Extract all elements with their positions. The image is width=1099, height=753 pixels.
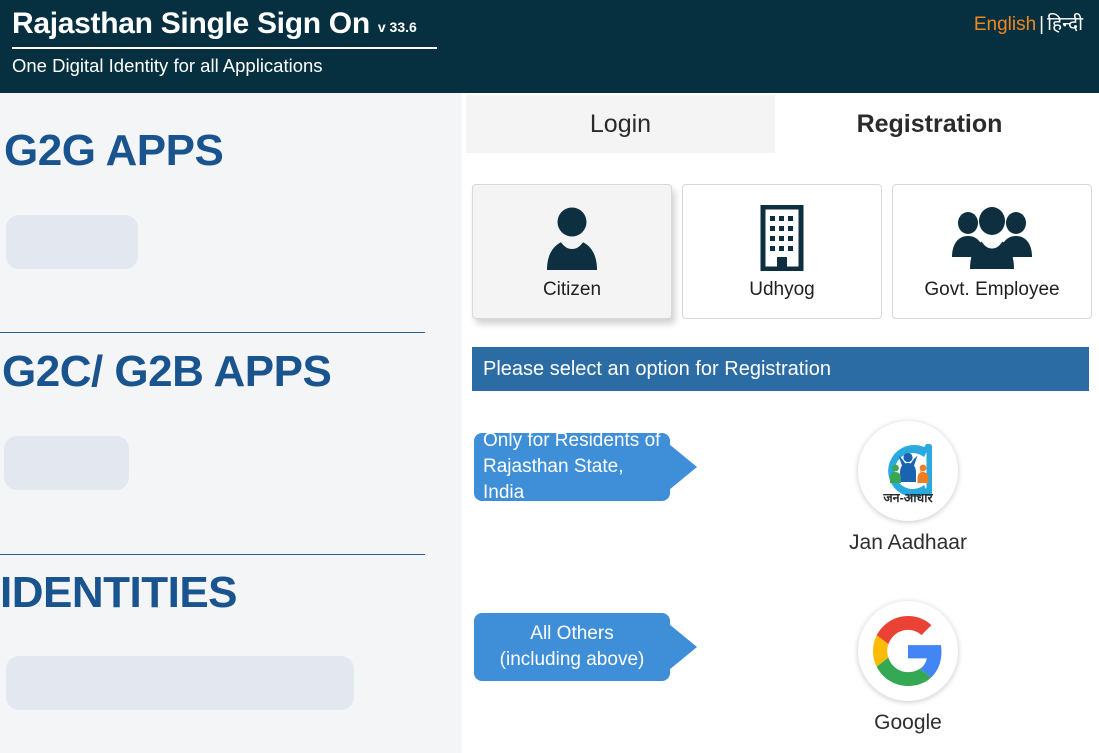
registration-option-google: All Others (including above) Google	[462, 601, 1099, 751]
body-wrap: G2G APPS G2C/ G2B APPS IDENTITIES Login …	[0, 93, 1099, 753]
user-type-label-citizen: Citizen	[542, 279, 602, 300]
google-caption: Google	[874, 711, 942, 734]
brand-block: Rajasthan Single Sign On v 33.6 One Digi…	[12, 4, 437, 81]
callout-jan-aadhaar-line-2: Rajasthan State, India	[483, 456, 624, 503]
main-panel: Login Registration Citizen Udhyog Govt. …	[462, 93, 1099, 753]
building-icon	[756, 201, 808, 275]
tab-registration[interactable]: Registration	[775, 95, 1084, 153]
user-type-cards: Citizen Udhyog Govt. Employee	[472, 184, 1092, 319]
tab-login[interactable]: Login	[466, 95, 775, 153]
brand-title-row: Rajasthan Single Sign On v 33.6	[12, 4, 437, 49]
app-header: Rajasthan Single Sign On v 33.6 One Digi…	[0, 0, 1099, 93]
google-logo	[858, 601, 958, 701]
language-option-hindi[interactable]: हिन्दी	[1047, 14, 1083, 35]
sidebar-section-title-identities: IDENTITIES	[0, 568, 238, 617]
sidebar-divider-2	[0, 554, 425, 555]
sidebar: G2G APPS G2C/ G2B APPS IDENTITIES	[0, 93, 462, 753]
jan-aadhaar-option[interactable]: जन-आधार Jan Aadhaar	[828, 421, 988, 557]
language-separator: |	[1039, 14, 1045, 35]
sidebar-placeholder-identities	[6, 656, 354, 710]
callout-google-line-1: All Others	[530, 623, 614, 644]
user-type-card-citizen[interactable]: Citizen	[472, 184, 672, 319]
google-option[interactable]: Google	[828, 601, 988, 737]
user-type-card-govt-employee[interactable]: Govt. Employee	[892, 184, 1092, 319]
registration-option-jan-aadhaar: Only for Residents of Rajasthan State, I…	[462, 421, 1099, 571]
sidebar-placeholder-g2g	[6, 215, 138, 269]
callout-jan-aadhaar: Only for Residents of Rajasthan State, I…	[474, 430, 670, 503]
people-group-icon	[952, 201, 1032, 275]
sidebar-placeholder-g2c-g2b	[4, 436, 129, 490]
sidebar-divider-1	[0, 332, 425, 333]
language-switcher: English | हिन्दी	[974, 12, 1083, 38]
sidebar-section-title-g2g: G2G APPS	[4, 126, 224, 175]
user-type-label-udhyog: Udhyog	[749, 279, 815, 300]
callout-google: All Others (including above)	[474, 613, 670, 681]
jan-aadhaar-logo: जन-आधार	[858, 421, 958, 521]
auth-tabs: Login Registration	[466, 95, 1084, 153]
sidebar-section-title-g2c-g2b: G2C/ G2B APPS	[2, 347, 332, 396]
single-person-icon	[542, 201, 602, 275]
version-label: v 33.6	[377, 19, 417, 35]
page-title: Rajasthan Single Sign On	[12, 7, 370, 40]
callout-jan-aadhaar-line-1: Only for Residents of	[483, 430, 661, 451]
user-type-card-udhyog[interactable]: Udhyog	[682, 184, 882, 319]
jan-aadhaar-logo-text: जन-आधार	[882, 491, 933, 505]
brand-subtitle: One Digital Identity for all Application…	[12, 55, 323, 76]
language-option-english[interactable]: English	[974, 14, 1036, 35]
registration-instruction-banner: Please select an option for Registration	[472, 347, 1089, 391]
user-type-label-govt-employee: Govt. Employee	[924, 279, 1060, 300]
callout-google-line-2: (including above)	[499, 649, 645, 670]
jan-aadhaar-caption: Jan Aadhaar	[849, 531, 967, 554]
